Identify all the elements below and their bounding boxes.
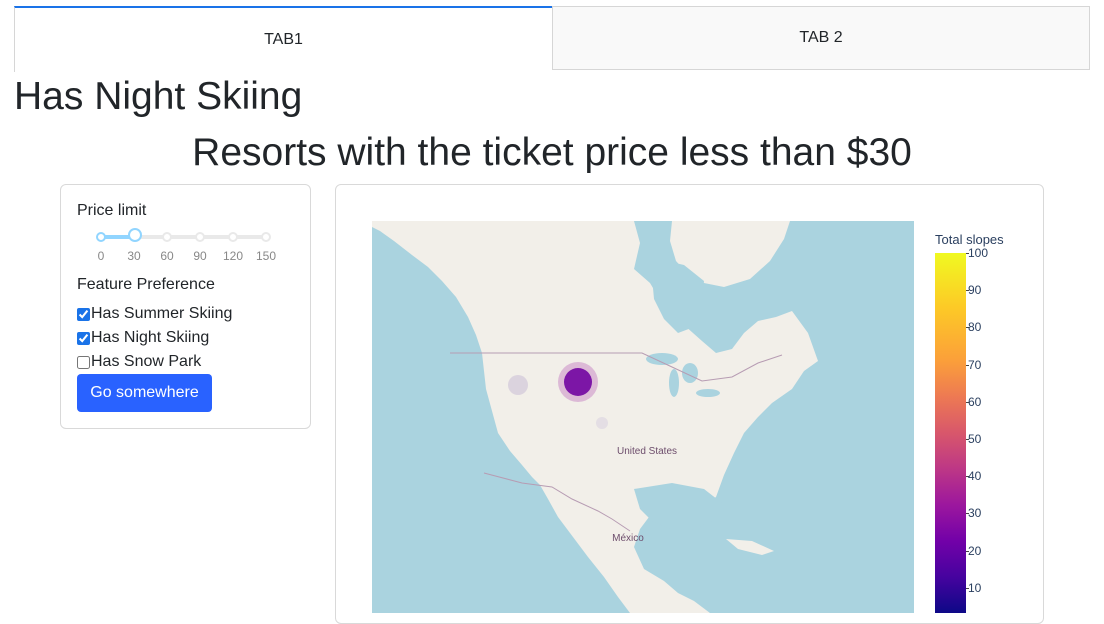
north-america-landmass (372, 221, 818, 613)
resort-density-faint (596, 417, 608, 429)
night-skiing-option[interactable]: Has Night Skiing (77, 329, 209, 347)
slider-dot (96, 232, 106, 242)
colorbar-tick-label: 60 (968, 394, 982, 409)
summer-skiing-label: Has Summer Skiing (91, 305, 233, 322)
colorbar-tick-label: 30 (968, 506, 982, 521)
snow-park-checkbox[interactable] (77, 355, 90, 369)
slider-mark: 150 (255, 249, 277, 263)
night-skiing-checkbox[interactable] (77, 331, 90, 345)
slider-mark: 30 (127, 249, 141, 263)
slider-dot (261, 232, 271, 242)
slider-mark: 90 (193, 249, 207, 263)
colorbar (935, 253, 966, 613)
snow-park-label: Has Snow Park (91, 353, 202, 370)
lake-erie (696, 389, 720, 397)
colorbar-tick-label: 40 (968, 469, 982, 484)
controls-card: Price limit 0 30 60 90 120 150 Feature P… (60, 184, 311, 429)
colorbar-tick-label: 50 (968, 432, 982, 446)
slider-dot (195, 232, 205, 242)
snow-park-option[interactable]: Has Snow Park (77, 353, 201, 371)
resort-density-halo (558, 362, 598, 402)
price-limit-label: Price limit (77, 202, 147, 219)
price-slider[interactable]: 0 30 60 90 120 150 (91, 228, 276, 265)
lake-michigan (669, 369, 679, 397)
tab-2[interactable]: TAB 2 (552, 6, 1090, 70)
page-title: Has Night Skiing (14, 75, 303, 118)
map-label-mexico: México (612, 533, 644, 544)
colorbar-tick-label: 90 (968, 283, 982, 298)
colorbar-tick-label: 70 (968, 357, 982, 372)
colorbar-tick-label: 100 (968, 246, 989, 260)
map-svg: United States México (372, 221, 818, 613)
resort-density-faint (508, 375, 528, 395)
colorbar-tick-label: 80 (968, 320, 982, 335)
slider-dot (228, 232, 238, 242)
slider-mark: 120 (222, 249, 244, 263)
feature-preference-label: Feature Preference (77, 276, 215, 293)
density-map[interactable]: United States México (372, 221, 914, 613)
slider-mark: 60 (160, 249, 174, 263)
tab-bar: TAB1 TAB 2 (14, 6, 1090, 72)
summer-skiing-option[interactable]: Has Summer Skiing (77, 305, 232, 323)
summer-skiing-checkbox[interactable] (77, 307, 90, 321)
night-skiing-label: Has Night Skiing (91, 329, 210, 346)
slider-dot (162, 232, 172, 242)
go-somewhere-button[interactable]: Go somewhere (77, 374, 212, 412)
slider-mark: 0 (97, 249, 105, 263)
slider-handle[interactable] (128, 228, 142, 242)
colorbar-title: Total slopes (935, 232, 1004, 247)
page-subtitle: Resorts with the ticket price less than … (192, 131, 912, 174)
cuba (726, 539, 774, 555)
colorbar-tick-label: 10 (968, 580, 982, 595)
map-label-united-states: United States (617, 446, 677, 457)
lake-superior (646, 353, 678, 365)
colorbar-tick-label: 20 (968, 543, 982, 558)
tab-1[interactable]: TAB1 (14, 6, 552, 72)
